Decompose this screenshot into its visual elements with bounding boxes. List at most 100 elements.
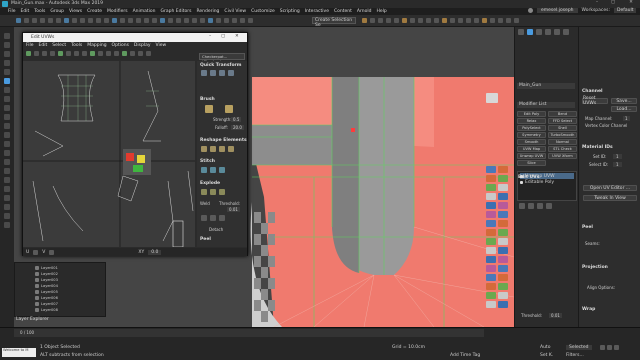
uv-tool-icon[interactable] xyxy=(146,51,151,56)
side-tool-icon[interactable] xyxy=(4,150,10,156)
tweak-in-view-button[interactable]: Tweak In View xyxy=(583,195,637,201)
flatten-icon[interactable] xyxy=(219,189,225,195)
eye-icon[interactable] xyxy=(35,296,39,300)
toolbar-icon[interactable] xyxy=(378,18,383,23)
fit-icon[interactable] xyxy=(228,146,234,152)
display-tab-icon[interactable] xyxy=(554,29,560,35)
side-tool-icon[interactable] xyxy=(4,159,10,165)
texture-dropdown[interactable]: Checkerpat... (Checker ) xyxy=(199,53,245,64)
toolbar-icon[interactable] xyxy=(216,18,221,23)
uv-tool-icon[interactable] xyxy=(34,51,39,56)
falloff-field[interactable]: 20.0 xyxy=(231,125,244,130)
modifier-button[interactable]: Relax xyxy=(517,118,546,124)
toolbar-icon[interactable] xyxy=(442,18,447,23)
menu-item[interactable]: Edit xyxy=(21,9,30,14)
select-id-field[interactable]: 1 xyxy=(613,162,622,167)
toolbar-icon[interactable] xyxy=(224,18,229,23)
close-icon[interactable]: ✕ xyxy=(624,0,638,8)
modifier-button[interactable]: Slice xyxy=(517,160,546,166)
quick-access-icon[interactable] xyxy=(486,265,496,272)
toolbar-icon[interactable] xyxy=(386,18,391,23)
quick-access-icon[interactable] xyxy=(486,175,496,182)
quick-access-icon[interactable] xyxy=(498,274,508,281)
uv-tool-icon[interactable] xyxy=(98,51,103,56)
toolbar-icon[interactable] xyxy=(410,18,415,23)
maxscript-listener[interactable]: Welcome to M xyxy=(2,348,36,357)
toolbar-icon[interactable] xyxy=(48,18,53,23)
frame-counter[interactable]: 0 / 100 xyxy=(20,330,34,335)
explode-icon[interactable] xyxy=(210,189,216,195)
stitch-target-icon[interactable] xyxy=(210,167,216,173)
side-tool-icon[interactable] xyxy=(4,222,10,228)
uv-tool-icon[interactable] xyxy=(114,51,119,56)
modifier-button[interactable]: Normal xyxy=(548,139,577,145)
quick-access-icon[interactable] xyxy=(486,166,496,173)
bulb-icon[interactable] xyxy=(520,180,523,184)
wrap-threshold-field[interactable]: 0.01 xyxy=(549,313,562,318)
qt-flip-icon[interactable] xyxy=(228,70,234,76)
uv-menu-item[interactable]: View xyxy=(156,43,167,48)
modifier-button[interactable]: STL Check xyxy=(548,146,577,152)
modifier-button[interactable]: UVW Xform xyxy=(548,153,577,159)
brush-icon[interactable] xyxy=(205,105,213,113)
toolbar-icon[interactable] xyxy=(466,18,471,23)
quick-access-icon[interactable] xyxy=(486,202,496,209)
selected-dropdown[interactable]: Selected xyxy=(566,345,592,350)
uv-tool-icon[interactable] xyxy=(74,51,79,56)
eye-icon[interactable] xyxy=(35,266,39,270)
user-name[interactable]: emesel.joseph xyxy=(537,8,578,13)
menu-item[interactable]: Create xyxy=(87,9,102,14)
side-tool-icon[interactable] xyxy=(4,105,10,111)
side-tool-icon[interactable] xyxy=(4,177,10,183)
uv-menu-item[interactable]: Mapping xyxy=(87,43,106,48)
quick-access-icon[interactable] xyxy=(498,256,508,263)
quick-access-icon[interactable] xyxy=(498,247,508,254)
menu-item[interactable]: Group xyxy=(50,9,64,14)
toolbar-icon[interactable] xyxy=(248,18,253,23)
side-tool-icon[interactable] xyxy=(4,213,10,219)
quick-access-icon[interactable] xyxy=(486,238,496,245)
uv-minimize-icon[interactable]: – xyxy=(209,34,211,39)
toolbar-icon[interactable] xyxy=(458,18,463,23)
quick-access-icon[interactable] xyxy=(498,202,508,209)
toolbar-icon[interactable] xyxy=(168,18,173,23)
side-tool-icon[interactable] xyxy=(4,42,10,48)
toolbar-icon[interactable] xyxy=(144,18,149,23)
quick-access-icon[interactable] xyxy=(498,184,508,191)
quick-access-icon[interactable] xyxy=(498,238,508,245)
quick-access-icon[interactable] xyxy=(486,193,496,200)
quick-access-icon[interactable] xyxy=(498,301,508,308)
toolbar-icon[interactable] xyxy=(370,18,375,23)
show-end-result-icon[interactable] xyxy=(528,203,534,209)
quick-access-icon[interactable] xyxy=(486,229,496,236)
toolbar-icon[interactable] xyxy=(72,18,77,23)
menu-item[interactable]: Help xyxy=(376,9,386,14)
menu-item[interactable]: Animation xyxy=(133,9,156,14)
timeline[interactable] xyxy=(14,329,484,337)
modifier-list-dropdown[interactable]: Modifier List xyxy=(517,102,575,108)
toolbar-icon[interactable] xyxy=(128,18,133,23)
uv-menu-item[interactable]: File xyxy=(26,43,34,48)
set-key-button[interactable]: Set K. xyxy=(540,353,553,358)
quick-access-icon[interactable] xyxy=(486,274,496,281)
quick-access-icon[interactable] xyxy=(498,229,508,236)
auto-key-button[interactable]: Auto xyxy=(540,345,550,350)
uv-snap-icon[interactable] xyxy=(49,249,55,255)
qt-rotate-icon[interactable] xyxy=(210,70,216,76)
toolbar-icon[interactable] xyxy=(482,18,487,23)
toolbar-icon[interactable] xyxy=(402,18,407,23)
key-filters-button[interactable]: Filters... xyxy=(566,353,584,358)
eye-icon[interactable] xyxy=(35,290,39,294)
vertex-color-radio[interactable]: Vertex Color Channel xyxy=(585,123,627,128)
detach-label[interactable]: Detach xyxy=(209,227,223,232)
maximize-icon[interactable]: ▢ xyxy=(606,0,620,8)
menu-item[interactable]: Rendering xyxy=(196,9,219,14)
side-tool-icon[interactable] xyxy=(4,33,10,39)
toolbar-icon[interactable] xyxy=(498,18,503,23)
modifier-button[interactable]: TurboSmooth xyxy=(548,132,577,138)
toolbar-icon[interactable] xyxy=(192,18,197,23)
uv-menu-item[interactable]: Options xyxy=(112,43,129,48)
uv-tool-icon[interactable] xyxy=(138,51,143,56)
uv-canvas[interactable] xyxy=(23,61,195,247)
break-icon[interactable] xyxy=(201,189,207,195)
